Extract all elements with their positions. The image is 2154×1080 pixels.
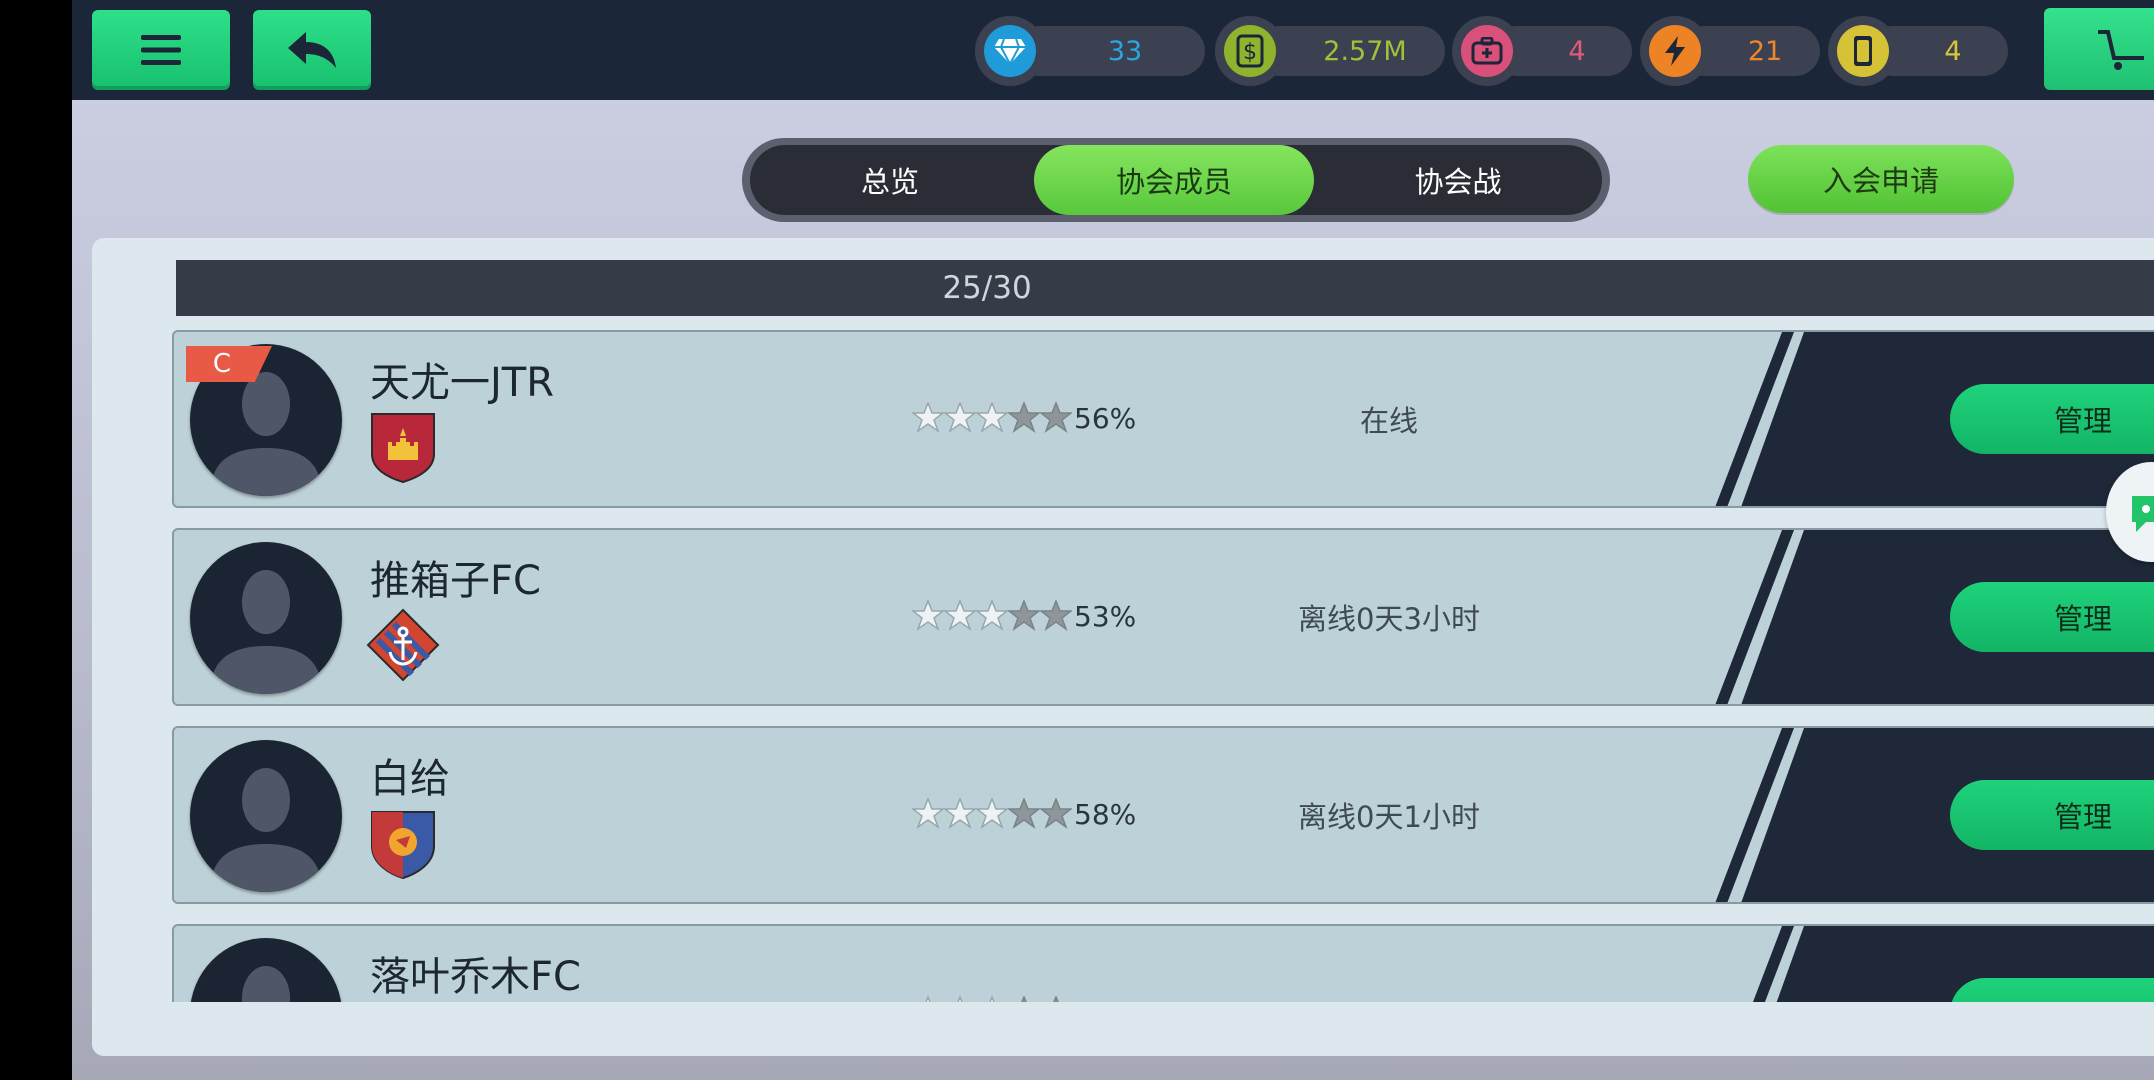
manage-button[interactable]: 管理 xyxy=(1950,582,2154,652)
energy-icon-holder xyxy=(1640,16,1710,86)
manage-button[interactable] xyxy=(1950,978,2154,1002)
avatar-silhouette xyxy=(210,570,322,694)
back-arrow-icon xyxy=(288,32,336,68)
dollar-icon: $ xyxy=(1224,25,1276,77)
star-empty-icon xyxy=(1008,798,1040,829)
online-status: 离线0天3小时 xyxy=(1298,602,1480,636)
card-icon xyxy=(1837,25,1889,77)
resource-money[interactable]: 2.57M $ xyxy=(1215,16,1445,86)
medkit-icon-holder xyxy=(1452,16,1522,86)
member-row[interactable]: 白给 58% 离线0天1小时 管理 xyxy=(172,726,2154,904)
star-empty-icon xyxy=(1021,996,1027,1002)
dragon-crest-icon xyxy=(371,811,435,880)
avatar-silhouette xyxy=(242,966,290,1002)
member-name: 落叶乔木FC xyxy=(370,954,581,1000)
rating-percent: 53% xyxy=(1074,599,1137,633)
star-filled-icon xyxy=(925,996,931,1002)
tab-track: 总览 协会成员 协会战 xyxy=(750,145,1602,215)
member-count-bar: 25/30 xyxy=(176,260,2154,316)
star-filled-icon xyxy=(957,996,963,1002)
online-status: 在线 xyxy=(1359,404,1418,438)
chat-bubble-icon xyxy=(2132,496,2154,532)
money-icon-holder: $ xyxy=(1215,16,1285,86)
manage-button[interactable]: 管理 xyxy=(1950,780,2154,850)
svg-text:$: $ xyxy=(1243,40,1257,65)
tab-overview[interactable]: 总览 xyxy=(750,145,1030,215)
star-filled-icon xyxy=(912,600,944,631)
star-empty-icon xyxy=(1040,600,1072,631)
star-empty-icon xyxy=(1053,996,1059,1002)
resource-diamonds[interactable]: 33 xyxy=(975,16,1205,86)
rating: 53% xyxy=(912,596,1136,636)
manage-button[interactable]: 管理 xyxy=(1950,384,2154,454)
member-name: 白给 xyxy=(370,756,450,802)
hamburger-menu-icon xyxy=(141,35,181,65)
join-requests-button[interactable]: 入会申请 xyxy=(1748,145,2014,213)
rating: 58% xyxy=(912,794,1136,834)
diamond-icon xyxy=(984,25,1036,77)
tab-members[interactable]: 协会成员 xyxy=(1034,145,1314,215)
star-filled-icon xyxy=(989,996,995,1002)
star-filled-icon xyxy=(976,798,1008,829)
member-name: 天尤一JTR xyxy=(370,360,555,406)
star-empty-icon xyxy=(1040,402,1072,433)
tab-guild-war[interactable]: 协会战 xyxy=(1318,145,1598,215)
star-filled-icon xyxy=(976,600,1008,631)
resource-medkit[interactable]: 4 xyxy=(1452,16,1632,86)
cart-icon xyxy=(2098,30,2144,70)
star-filled-icon xyxy=(944,402,976,433)
star-filled-icon xyxy=(976,402,1008,433)
medkit-icon xyxy=(1461,25,1513,77)
lightning-icon xyxy=(1649,25,1701,77)
star-rating xyxy=(912,996,1072,1002)
diamonds-icon-holder xyxy=(975,16,1045,86)
star-rating xyxy=(912,600,1072,632)
game-screen: 33 2.57M $ 4 21 4 总览 协会成员 协会战 入会申请 25/30… xyxy=(72,0,2154,1080)
resource-energy[interactable]: 21 xyxy=(1640,16,1820,86)
star-rating xyxy=(912,798,1072,830)
member-name: 推箱子FC xyxy=(370,558,541,604)
star-filled-icon xyxy=(944,600,976,631)
online-status: 离线0天1小时 xyxy=(1298,800,1480,834)
member-list[interactable]: C 天尤一JTR 56% 在线 管理 推箱子FC 53% 离线0天3小时 管理 … xyxy=(172,330,2154,1002)
castle-crest-icon xyxy=(371,413,435,484)
shop-button[interactable] xyxy=(2044,8,2154,90)
anchor-crest-icon xyxy=(366,608,440,682)
avatar[interactable] xyxy=(190,740,342,892)
tab-bar: 总览 协会成员 协会战 xyxy=(742,138,1610,222)
star-empty-icon xyxy=(1040,798,1072,829)
star-rating xyxy=(912,402,1072,434)
avatar[interactable] xyxy=(190,542,342,694)
star-filled-icon xyxy=(912,798,944,829)
member-count: 25/30 xyxy=(942,270,1032,306)
avatar[interactable] xyxy=(190,938,342,1002)
back-button[interactable] xyxy=(253,10,371,90)
member-row[interactable]: 落叶乔木FC xyxy=(172,924,2154,1002)
avatar-silhouette xyxy=(210,768,322,892)
cards-icon-holder xyxy=(1828,16,1898,86)
star-filled-icon xyxy=(912,402,944,433)
member-row[interactable]: C 天尤一JTR 56% 在线 管理 xyxy=(172,330,2154,508)
star-empty-icon xyxy=(1008,402,1040,433)
member-row[interactable]: 推箱子FC 53% 离线0天3小时 管理 xyxy=(172,528,2154,706)
rating: 56% xyxy=(912,398,1136,438)
rating xyxy=(912,992,1072,1002)
resource-cards[interactable]: 4 xyxy=(1828,16,2008,86)
rating-percent: 58% xyxy=(1074,797,1137,831)
top-bar: 33 2.57M $ 4 21 4 xyxy=(72,0,2154,100)
menu-button[interactable] xyxy=(92,10,230,90)
star-filled-icon xyxy=(944,798,976,829)
rating-percent: 56% xyxy=(1074,401,1137,435)
star-empty-icon xyxy=(1008,600,1040,631)
